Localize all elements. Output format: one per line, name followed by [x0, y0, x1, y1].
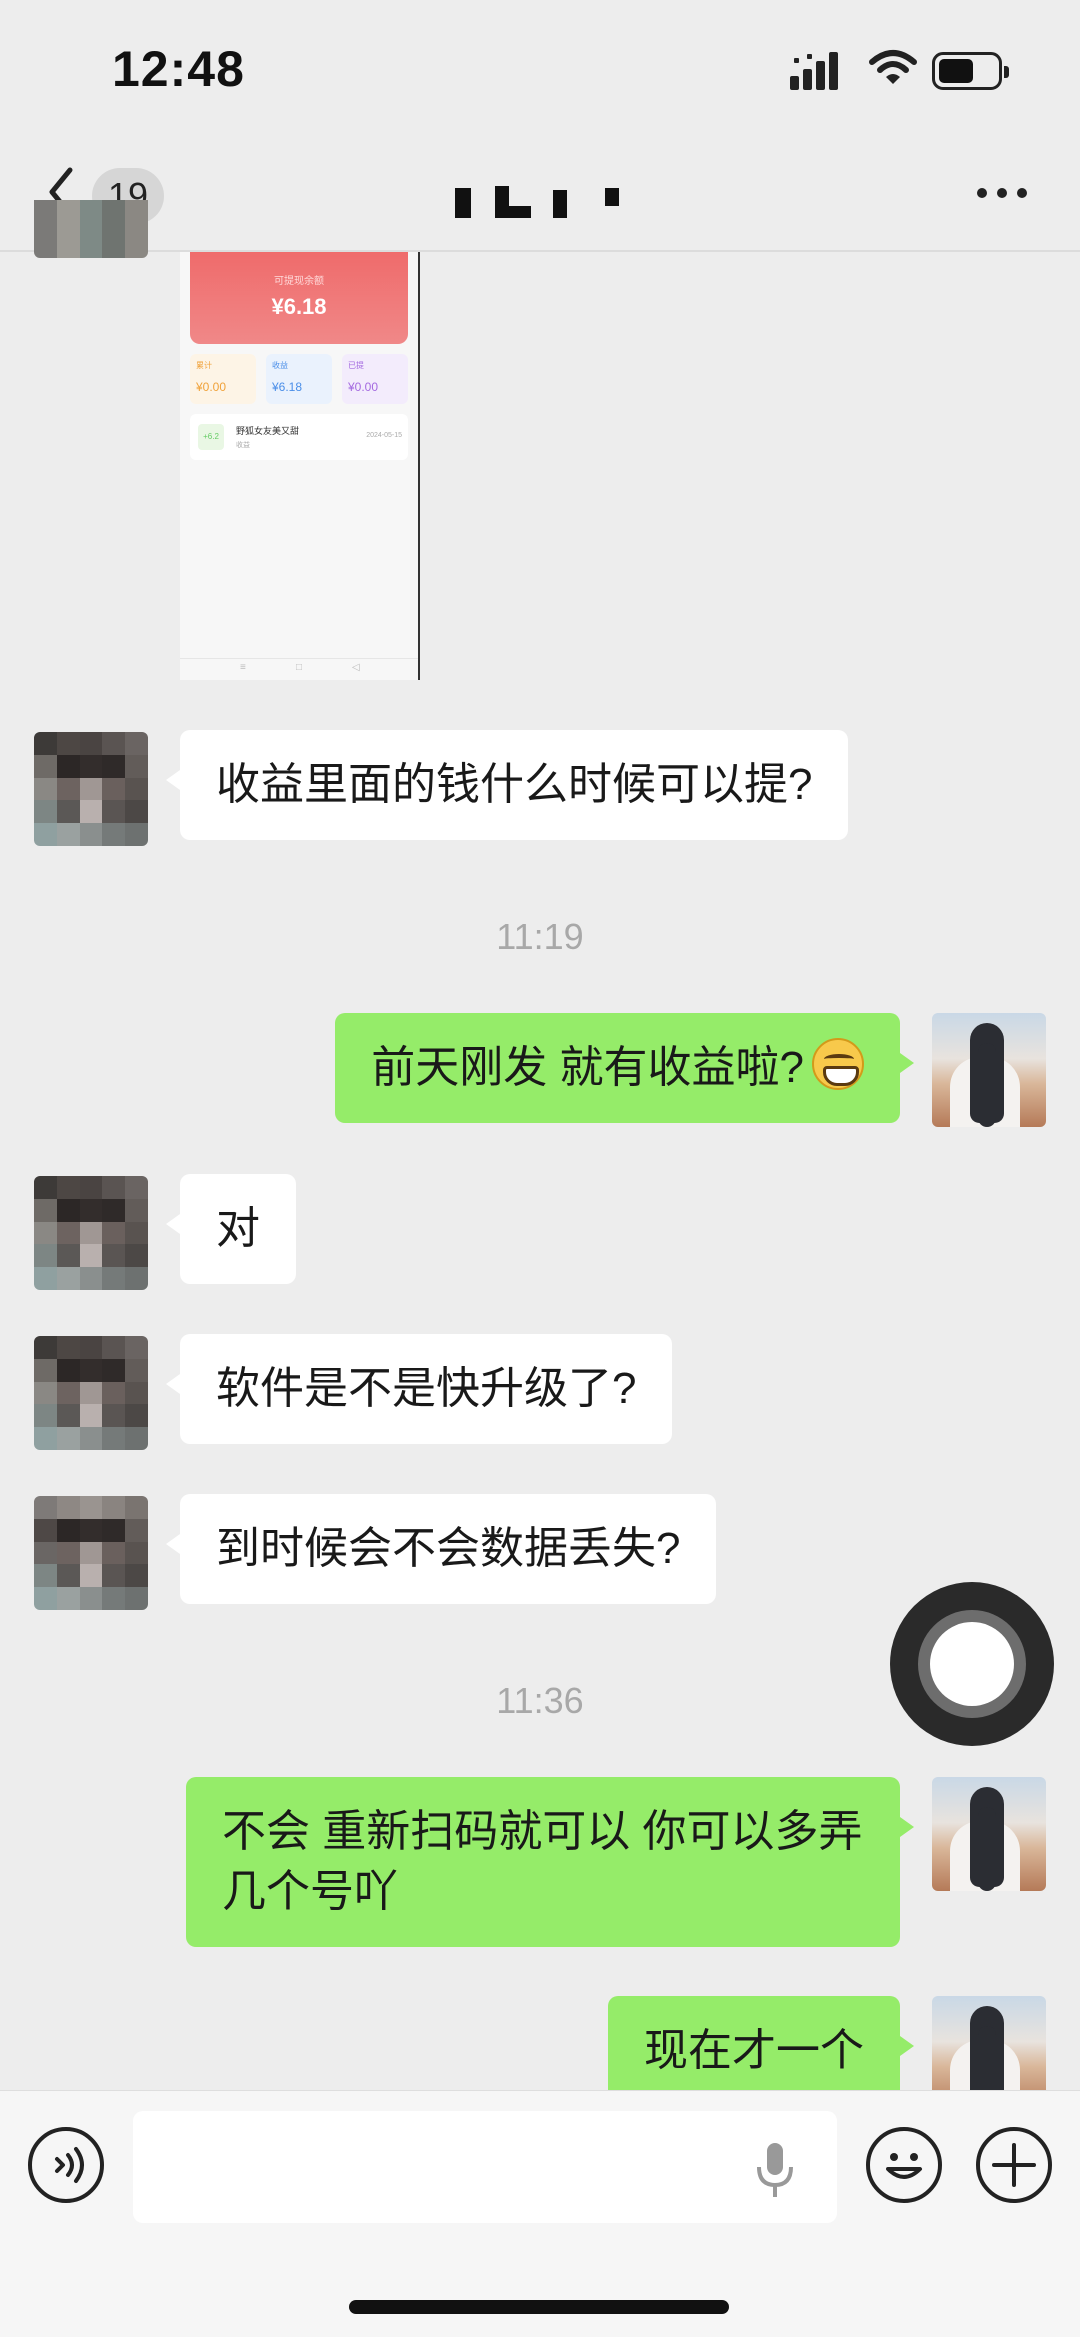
voice-wave-icon — [55, 2147, 84, 2183]
chat-header: 19 — [0, 140, 1080, 252]
more-functions-button[interactable] — [976, 2127, 1052, 2203]
message-text: 前天刚发 就有收益啦? — [371, 1043, 804, 1092]
cellular-signal-icon — [790, 52, 838, 90]
message-bubble-incoming[interactable]: 对 — [166, 1174, 296, 1284]
earning-record-row: +6.2 野狐女友美又甜 收益 2024-05-15 — [190, 414, 408, 460]
contact-avatar[interactable] — [34, 200, 148, 258]
record-amount: +6.2 — [198, 424, 224, 450]
record-date: 2024-05-15 — [366, 432, 402, 439]
record-subtitle: 收益 — [236, 442, 250, 449]
screenshot-nav-bar: ≡ □ ◁ — [180, 658, 418, 680]
contact-avatar[interactable] — [34, 1176, 148, 1290]
contact-avatar[interactable] — [34, 732, 148, 846]
stat-value: ¥6.18 — [272, 380, 303, 394]
balance-caption: 可提现余额 — [274, 276, 324, 287]
message-bubble-outgoing[interactable]: 前天刚发 就有收益啦? — [335, 1013, 914, 1123]
shared-screenshot-image[interactable]: 可提现余额 ¥6.18 累计 ¥0.00 收益 ¥6.18 已提 ¥0.00 +… — [180, 252, 420, 680]
contact-avatar[interactable] — [34, 1496, 148, 1610]
status-bar: 12:48 — [0, 0, 1080, 140]
plus-icon — [992, 2143, 1036, 2187]
more-options-icon[interactable] — [972, 168, 1032, 218]
back-triangle-icon: ◁ — [352, 662, 360, 673]
contact-avatar[interactable] — [34, 1336, 148, 1450]
voice-mode-button[interactable] — [28, 2127, 104, 2203]
stat-card: 收益 ¥6.18 — [266, 354, 332, 404]
wifi-icon — [869, 50, 917, 84]
home-indicator — [349, 2300, 729, 2314]
message-bubble-incoming[interactable]: 软件是不是快升级了? — [165, 1334, 673, 1444]
redacted-chat-title — [455, 186, 619, 218]
stat-value: ¥0.00 — [348, 380, 379, 394]
status-time: 12:48 — [112, 41, 245, 97]
stat-label: 收益 — [272, 361, 288, 370]
emoji-button[interactable] — [866, 2127, 942, 2203]
message-bubble-outgoing[interactable]: 不会 重新扫码就可以 你可以多弄几个号吖 — [186, 1777, 914, 1947]
grinning-face-emoji-icon — [812, 1038, 864, 1090]
menu-icon: ≡ — [240, 662, 246, 673]
message-bubble-incoming[interactable]: 到时候会不会数据丢失? — [165, 1494, 717, 1604]
microphone-icon[interactable] — [753, 2139, 797, 2199]
assistive-touch-button[interactable] — [890, 1582, 1054, 1746]
stat-value: ¥0.00 — [196, 380, 227, 394]
battery-icon — [932, 52, 1009, 90]
message-input-field[interactable] — [133, 2111, 837, 2223]
stat-card: 累计 ¥0.00 — [190, 354, 256, 404]
stat-card: 已提 ¥0.00 — [342, 354, 408, 404]
stat-label: 已提 — [348, 361, 364, 370]
message-timestamp: 11:19 — [496, 916, 584, 957]
stat-label: 累计 — [196, 361, 212, 370]
message-bubble-incoming[interactable]: 收益里面的钱什么时候可以提? — [165, 730, 849, 840]
record-title: 野狐女友美又甜 — [236, 426, 300, 436]
balance-card: 可提现余额 ¥6.18 — [190, 252, 408, 344]
my-avatar[interactable] — [932, 1777, 1046, 1891]
home-square-icon: □ — [296, 662, 303, 673]
smiley-face-icon — [886, 2153, 922, 2179]
balance-value: ¥6.18 — [271, 294, 327, 319]
my-avatar[interactable] — [932, 1013, 1046, 1127]
